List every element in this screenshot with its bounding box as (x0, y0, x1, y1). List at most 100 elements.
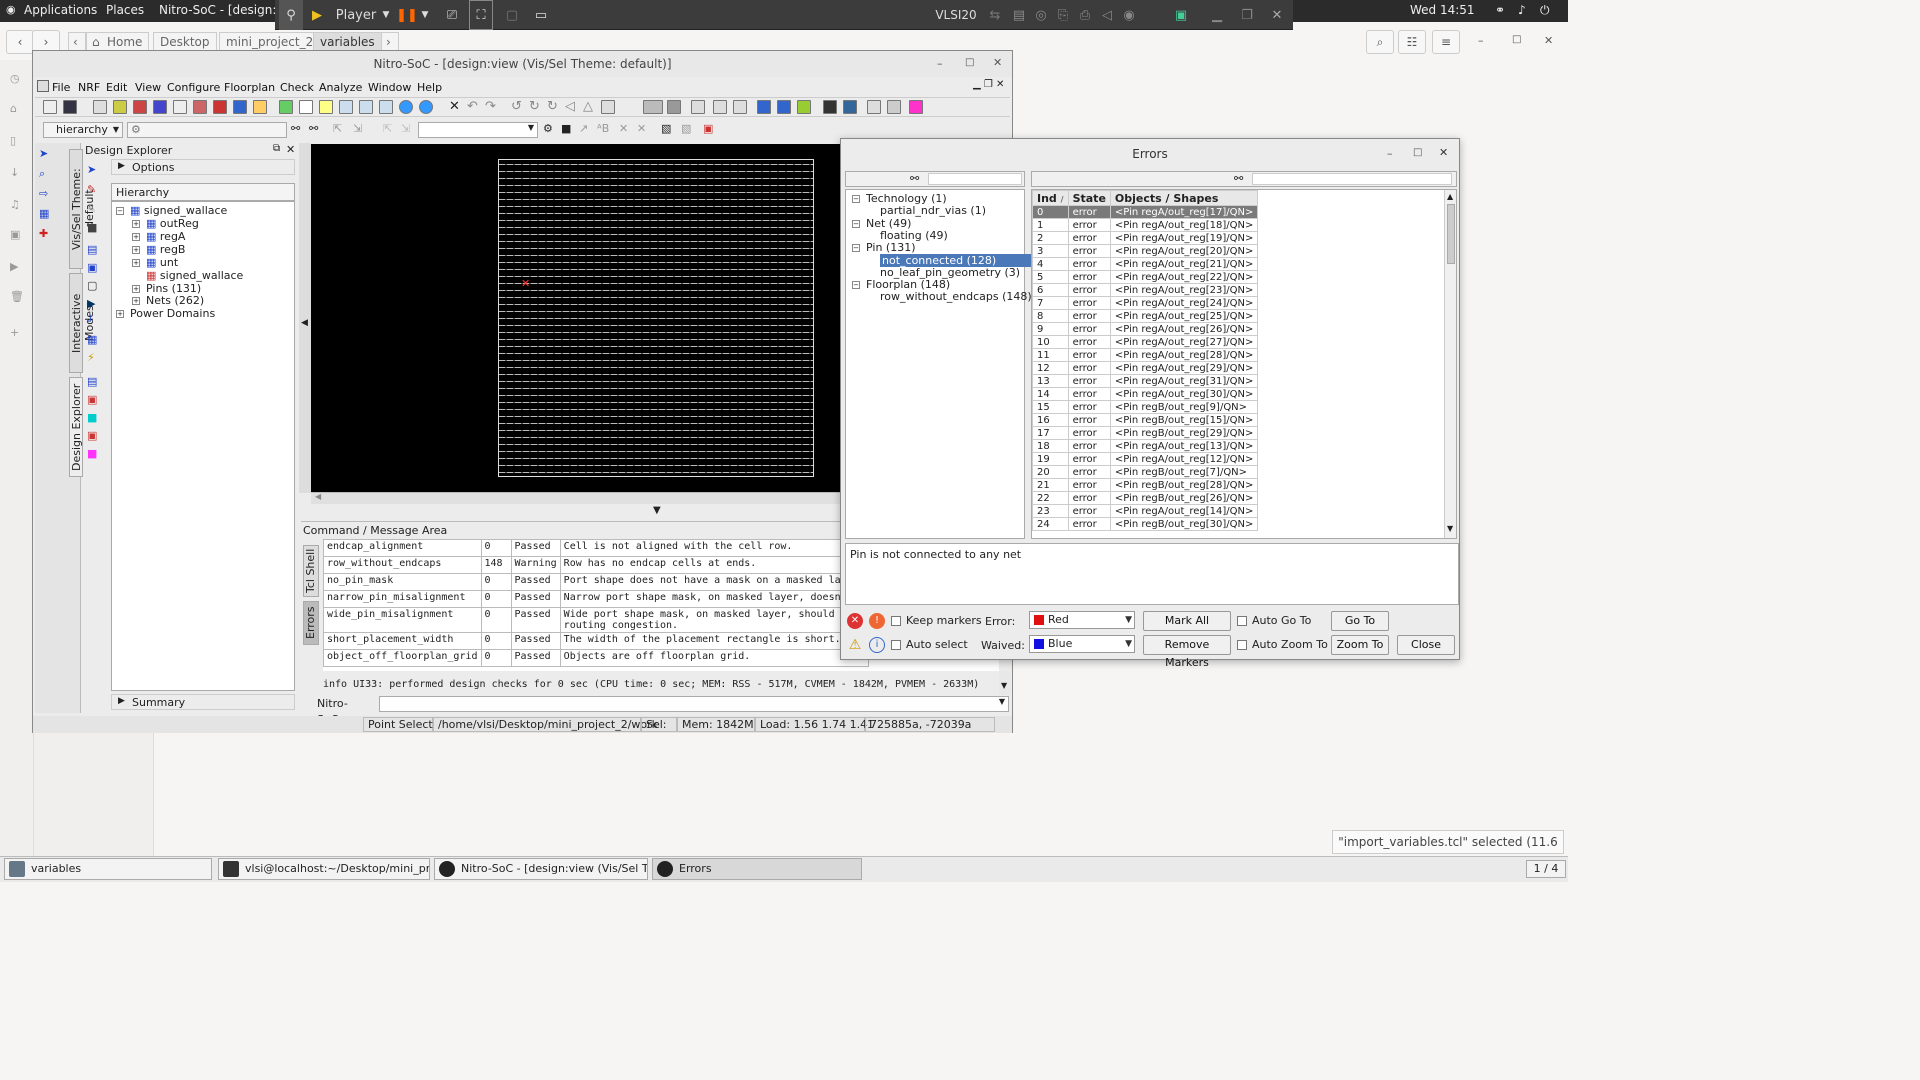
check-row[interactable]: no_pin_mask 0 Passed Port shape does not ha… (323, 573, 869, 591)
highlight-icon[interactable]: ▧ (661, 122, 671, 135)
error-row[interactable]: 11 error <Pin regA/out_reg[28]/QN> (1032, 348, 1259, 362)
flip-v-icon[interactable]: △ (583, 99, 593, 114)
error-row[interactable]: 4 error <Pin regA/out_reg[21]/QN> (1032, 257, 1259, 271)
group-icon[interactable]: ■ (87, 447, 97, 460)
network-adapter-icon[interactable]: ⇆ (985, 0, 1005, 30)
message-log-icon[interactable]: ▣ (1171, 0, 1191, 30)
error-tree-node[interactable]: − Technology (1) (852, 192, 947, 205)
recent-icon[interactable]: ◷ (10, 72, 20, 85)
auto-zoom-to-checkbox[interactable]: Auto Zoom To (1237, 638, 1328, 651)
menu-help[interactable]: Help (417, 81, 442, 94)
error-row[interactable]: 7 error <Pin regA/out_reg[24]/QN> (1032, 296, 1259, 310)
summary-expander[interactable]: ▶ Summary (111, 694, 295, 710)
route-icon[interactable] (213, 100, 227, 114)
error-row[interactable]: 23 error <Pin regA/out_reg[14]/QN> (1032, 504, 1259, 518)
flag-icon[interactable]: ▶ (87, 297, 95, 310)
brush-icon[interactable]: ✎ (87, 203, 96, 216)
error-table-scrollbar[interactable]: ▲ ▼ (1444, 190, 1456, 538)
netlist-icon[interactable] (173, 100, 187, 114)
check-row[interactable]: object_off_floorplan_grid 0 Passed Objects … (323, 649, 869, 667)
pins-icon[interactable] (797, 100, 811, 114)
tree-node-outreg[interactable]: + ▦ outReg (132, 217, 199, 230)
crumb-desktop[interactable]: Desktop (153, 32, 217, 52)
error-tree-node[interactable]: floating (49) (880, 229, 948, 242)
collapse-left-icon[interactable]: ◀ (301, 318, 308, 328)
collapse-toggle[interactable]: − (852, 244, 860, 253)
measure-icon[interactable]: ↗ (579, 122, 588, 135)
error-tree-node[interactable]: − Pin (131) (852, 241, 916, 254)
cells-icon[interactable] (153, 100, 167, 114)
downloads-icon[interactable]: ↓ (10, 166, 19, 179)
error-row[interactable]: 15 error <Pin regB/out_reg[9]/QN> (1032, 400, 1259, 414)
menu-configure[interactable]: Configure (167, 81, 220, 94)
hier-icon[interactable]: ▤ (87, 243, 97, 256)
error-row[interactable]: 3 error <Pin regA/out_reg[20]/QN> (1032, 244, 1259, 258)
vm-close-icon[interactable]: ✕ (1265, 0, 1289, 30)
gear-icon[interactable]: ⚙ (131, 123, 141, 136)
colors-icon[interactable] (909, 100, 923, 114)
crumb-left-arrow[interactable]: ‹ (68, 32, 86, 52)
tree-node-signed-wallace-leaf[interactable]: ▦ signed_wallace (146, 269, 243, 282)
move-tool-icon[interactable]: ⇨ (39, 187, 48, 200)
taskbar-item-errors[interactable]: Errors (652, 858, 862, 880)
cd-icon[interactable]: ◎ (1031, 0, 1051, 30)
pen-icon[interactable]: ✎ (87, 183, 96, 196)
zoom-fit-icon[interactable] (339, 100, 353, 114)
error-row[interactable]: 24 error <Pin regB/out_reg[30]/QN> (1032, 517, 1259, 531)
unity-icon[interactable]: ▢ (501, 0, 523, 30)
errors-title-bar[interactable]: Errors (841, 139, 1459, 169)
collapse-bottom-icon[interactable]: ▼ (653, 505, 661, 516)
place-tool-icon[interactable]: ▦ (39, 207, 49, 220)
error-row[interactable]: 19 error <Pin regA/out_reg[12]/QN> (1032, 452, 1259, 466)
ruler-icon[interactable]: ᴬB (597, 122, 609, 135)
copy-icon[interactable] (93, 100, 107, 114)
message-v-scrollbar[interactable]: ▼ (999, 671, 1011, 695)
naut-close-icon[interactable]: ✕ (1544, 34, 1553, 47)
camera-icon[interactable]: ◉ (1119, 0, 1139, 30)
snap-settings-icon[interactable]: ⚙ (543, 122, 553, 135)
nitro-title-bar[interactable]: Nitro-SoC - [design:view (Vis/Sel Theme:… (33, 51, 1012, 77)
panel-close-icon[interactable]: ✕ (286, 143, 295, 156)
box-icon[interactable]: ▢ (87, 279, 97, 292)
collapse-toggle[interactable]: − (852, 195, 860, 203)
zoom-tool-icon[interactable]: ⌕ (39, 167, 45, 181)
pin-icon[interactable]: ⚲ (279, 0, 303, 30)
nitro-close-icon[interactable]: ✕ (993, 56, 1002, 69)
scroll-down-icon[interactable]: ▼ (1447, 524, 1453, 533)
database-icon[interactable] (113, 100, 127, 114)
snap-icon[interactable] (667, 100, 681, 114)
pictures-icon[interactable]: ▣ (10, 228, 20, 241)
go-to-button[interactable]: Go To (1331, 611, 1389, 631)
zoom-to-button[interactable]: Zoom To (1331, 635, 1389, 655)
crumb-project[interactable]: mini_project_2 (219, 32, 321, 52)
binoculars-icon[interactable]: ⚯ (1234, 172, 1243, 185)
info-filter-icon[interactable]: i (869, 637, 885, 653)
error-tree-node[interactable]: not_connected (128) (880, 253, 1043, 267)
hierarchy-select[interactable]: hierarchy ▼ (43, 122, 123, 138)
auto-select-checkbox[interactable]: Auto select (891, 638, 968, 651)
block-icon[interactable]: ■ (87, 221, 97, 234)
zoom-area-icon[interactable] (319, 100, 333, 114)
usb-icon[interactable]: ⎘ (1053, 0, 1073, 30)
fatal-filter-icon[interactable]: ! (869, 613, 885, 629)
tree-icon[interactable]: ▤ (87, 375, 97, 388)
table-filter-input[interactable] (1252, 173, 1452, 185)
taskbar-item-nitro[interactable]: Nitro-SoC - [design:view (Vis/Sel T... (434, 858, 648, 880)
crumb-home[interactable]: ⌂ Home (86, 32, 150, 52)
error-filter-icon[interactable]: ✕ (847, 613, 863, 629)
places-menu[interactable]: Places (106, 3, 144, 17)
delete-icon[interactable]: ✕ (449, 99, 460, 114)
canvas-left-splitter[interactable]: ◀ (299, 143, 311, 493)
clear-icon[interactable]: ✕ (637, 122, 646, 135)
blockage-icon[interactable]: ▣ (87, 393, 97, 406)
wire-tool-icon[interactable]: ✚ (39, 227, 48, 240)
zoom-out-icon[interactable] (379, 100, 393, 114)
fit-icon[interactable] (299, 100, 313, 114)
menu-window[interactable]: Window (368, 81, 411, 94)
chip-layout-view[interactable] (498, 159, 814, 477)
find-all-icon[interactable]: ⚯ (309, 122, 318, 135)
tree-node-regb[interactable]: + ▦ regB (132, 243, 185, 256)
workspace-indicator[interactable]: 1 / 4 (1526, 860, 1566, 878)
col-state[interactable]: State (1067, 190, 1111, 206)
tab-design-explorer[interactable]: Design Explorer (69, 377, 83, 477)
